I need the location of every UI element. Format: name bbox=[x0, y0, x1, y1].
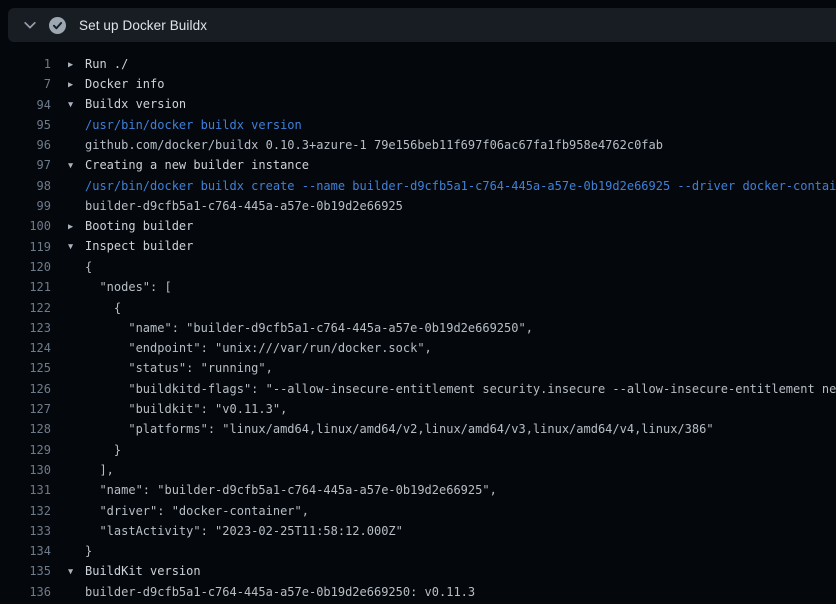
log-line: 124 "endpoint": "unix:///var/run/docker.… bbox=[0, 338, 836, 358]
group-title[interactable]: Booting builder bbox=[85, 219, 193, 233]
output-text: } bbox=[68, 541, 92, 561]
line-number[interactable]: 125 bbox=[0, 358, 51, 378]
line-number[interactable]: 127 bbox=[0, 399, 51, 419]
line-number[interactable]: 123 bbox=[0, 318, 51, 338]
triangle-expanded-icon[interactable]: ▼ bbox=[68, 562, 85, 582]
output-text: "lastActivity": "2023-02-25T11:58:12.000… bbox=[68, 521, 403, 541]
log-line-group[interactable]: 100 ▶Booting builder bbox=[0, 216, 836, 236]
output-text: "driver": "docker-container", bbox=[68, 501, 309, 521]
output-text: ], bbox=[68, 460, 114, 480]
log-line: 122 { bbox=[0, 298, 836, 318]
output-text: } bbox=[68, 440, 121, 460]
line-number[interactable]: 129 bbox=[0, 440, 51, 460]
line-number[interactable]: 98 bbox=[0, 176, 51, 196]
output-text: "name": "builder-d9cfb5a1-c764-445a-a57e… bbox=[68, 318, 533, 338]
triangle-collapsed-icon[interactable]: ▶ bbox=[68, 55, 85, 75]
line-number[interactable]: 120 bbox=[0, 257, 51, 277]
line-number[interactable]: 128 bbox=[0, 419, 51, 439]
output-text: "platforms": "linux/amd64,linux/amd64/v2… bbox=[68, 419, 714, 439]
line-number[interactable]: 94 bbox=[0, 95, 51, 115]
log-line-group[interactable]: 1 ▶Run ./ bbox=[0, 54, 836, 74]
line-number[interactable]: 130 bbox=[0, 460, 51, 480]
line-number[interactable]: 135 bbox=[0, 561, 51, 581]
line-number[interactable]: 131 bbox=[0, 480, 51, 500]
line-number[interactable]: 119 bbox=[0, 237, 51, 257]
log-line: 131 "name": "builder-d9cfb5a1-c764-445a-… bbox=[0, 480, 836, 500]
log-container: 1▶Run ./7▶Docker info94▼Buildx version95… bbox=[0, 42, 836, 604]
group-title[interactable]: Creating a new builder instance bbox=[85, 158, 309, 172]
output-text: { bbox=[68, 257, 92, 277]
log-line: 121 "nodes": [ bbox=[0, 277, 836, 297]
line-number[interactable]: 133 bbox=[0, 521, 51, 541]
log-line: 99 builder-d9cfb5a1-c764-445a-a57e-0b19d2… bbox=[0, 196, 836, 216]
output-text: builder-d9cfb5a1-c764-445a-a57e-0b19d2e6… bbox=[68, 196, 403, 216]
line-number[interactable]: 136 bbox=[0, 582, 51, 602]
output-text: "buildkitd-flags": "--allow-insecure-ent… bbox=[68, 379, 836, 399]
log-line: 133 "lastActivity": "2023-02-25T11:58:12… bbox=[0, 521, 836, 541]
log-line-group[interactable]: 7 ▶Docker info bbox=[0, 74, 836, 94]
log-line: 95/usr/bin/docker buildx version bbox=[0, 115, 836, 135]
log-line: 130 ], bbox=[0, 460, 836, 480]
line-number[interactable]: 1 bbox=[0, 54, 51, 74]
log-line: 132 "driver": "docker-container", bbox=[0, 501, 836, 521]
step-header[interactable]: Set up Docker Buildx bbox=[8, 8, 836, 42]
log-line: 128 "platforms": "linux/amd64,linux/amd6… bbox=[0, 419, 836, 439]
log-line-group[interactable]: 135 ▼BuildKit version bbox=[0, 561, 836, 581]
line-number[interactable]: 132 bbox=[0, 501, 51, 521]
step-title: Set up Docker Buildx bbox=[79, 18, 207, 33]
log-line: 127 "buildkit": "v0.11.3", bbox=[0, 399, 836, 419]
output-text: "buildkit": "v0.11.3", bbox=[68, 399, 287, 419]
line-number[interactable]: 96 bbox=[0, 135, 51, 155]
triangle-expanded-icon[interactable]: ▼ bbox=[68, 156, 85, 176]
output-text: builder-d9cfb5a1-c764-445a-a57e-0b19d2e6… bbox=[68, 582, 475, 602]
log-line: 98/usr/bin/docker buildx create --name b… bbox=[0, 176, 836, 196]
log-line: 134} bbox=[0, 541, 836, 561]
line-number[interactable]: 97 bbox=[0, 155, 51, 175]
log-line: 129 } bbox=[0, 440, 836, 460]
line-number[interactable]: 99 bbox=[0, 196, 51, 216]
output-text: "endpoint": "unix:///var/run/docker.sock… bbox=[68, 338, 432, 358]
check-circle-icon bbox=[49, 17, 66, 34]
line-number[interactable]: 100 bbox=[0, 216, 51, 236]
log-line: 126 "buildkitd-flags": "--allow-insecure… bbox=[0, 379, 836, 399]
output-text: "name": "builder-d9cfb5a1-c764-445a-a57e… bbox=[68, 480, 497, 500]
line-number[interactable]: 126 bbox=[0, 379, 51, 399]
log-line: 136 builder-d9cfb5a1-c764-445a-a57e-0b19d… bbox=[0, 582, 836, 602]
output-text: { bbox=[68, 298, 121, 318]
line-number[interactable]: 122 bbox=[0, 298, 51, 318]
log-line: 123 "name": "builder-d9cfb5a1-c764-445a-… bbox=[0, 318, 836, 338]
log-line: 96 github.com/docker/buildx 0.10.3+azure-… bbox=[0, 135, 836, 155]
log-line-group[interactable]: 119 ▼Inspect builder bbox=[0, 237, 836, 257]
command-text: /usr/bin/docker buildx create --name bui… bbox=[68, 176, 836, 196]
output-text: github.com/docker/buildx 0.10.3+azure-1 … bbox=[68, 135, 663, 155]
line-number[interactable]: 121 bbox=[0, 277, 51, 297]
triangle-collapsed-icon[interactable]: ▶ bbox=[68, 217, 85, 237]
line-number[interactable]: 95 bbox=[0, 115, 51, 135]
log-line-group[interactable]: 97 ▼Creating a new builder instance bbox=[0, 155, 836, 175]
command-text: /usr/bin/docker buildx version bbox=[68, 115, 302, 135]
output-text: "nodes": [ bbox=[68, 277, 172, 297]
group-title[interactable]: Docker info bbox=[85, 77, 164, 91]
line-number[interactable]: 7 bbox=[0, 74, 51, 94]
group-title[interactable]: BuildKit version bbox=[85, 564, 201, 578]
chevron-down-icon[interactable] bbox=[23, 18, 37, 32]
line-number[interactable]: 134 bbox=[0, 541, 51, 561]
triangle-collapsed-icon[interactable]: ▶ bbox=[68, 75, 85, 95]
output-text: "status": "running", bbox=[68, 358, 273, 378]
log-line: 125 "status": "running", bbox=[0, 358, 836, 378]
triangle-expanded-icon[interactable]: ▼ bbox=[68, 95, 85, 115]
group-title[interactable]: Inspect builder bbox=[85, 239, 193, 253]
line-number[interactable]: 124 bbox=[0, 338, 51, 358]
group-title[interactable]: Buildx version bbox=[85, 97, 186, 111]
log-line: 120 { bbox=[0, 257, 836, 277]
triangle-expanded-icon[interactable]: ▼ bbox=[68, 237, 85, 257]
log-line-group[interactable]: 94 ▼Buildx version bbox=[0, 95, 836, 115]
actions-log-page: { "header": { "title": "Set up Docker Bu… bbox=[0, 0, 836, 604]
group-title[interactable]: Run ./ bbox=[85, 57, 128, 71]
